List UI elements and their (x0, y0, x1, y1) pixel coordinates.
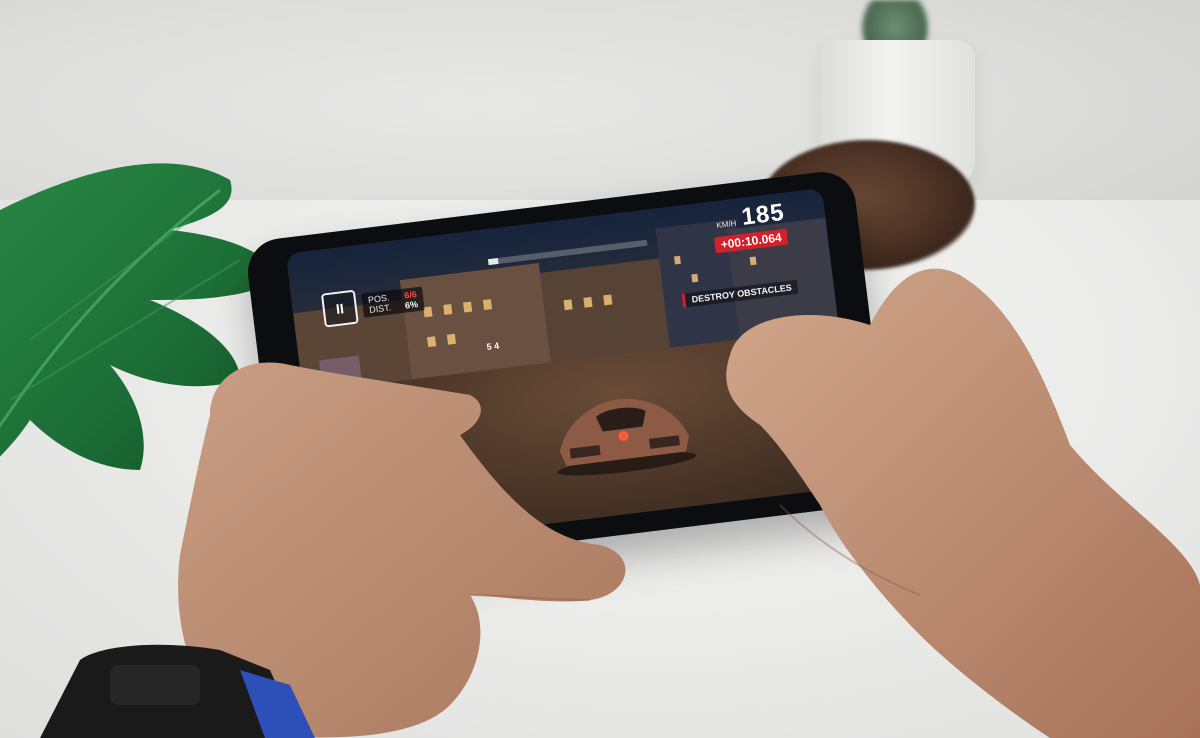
race-progress-fill (487, 258, 499, 266)
right-hand (726, 268, 1200, 738)
distance-label: DIST. (368, 302, 392, 316)
pause-icon: II (335, 300, 345, 318)
speed-unit: KM/H (715, 218, 737, 231)
pause-button[interactable]: II (320, 289, 359, 328)
distance-value: 6% (404, 299, 419, 311)
speed-value: 185 (740, 198, 787, 231)
wrist-watch (40, 644, 315, 738)
rival-markers: 5 4 (486, 340, 500, 352)
race-stats: POS. 6/6 DIST. 6% (361, 286, 425, 318)
